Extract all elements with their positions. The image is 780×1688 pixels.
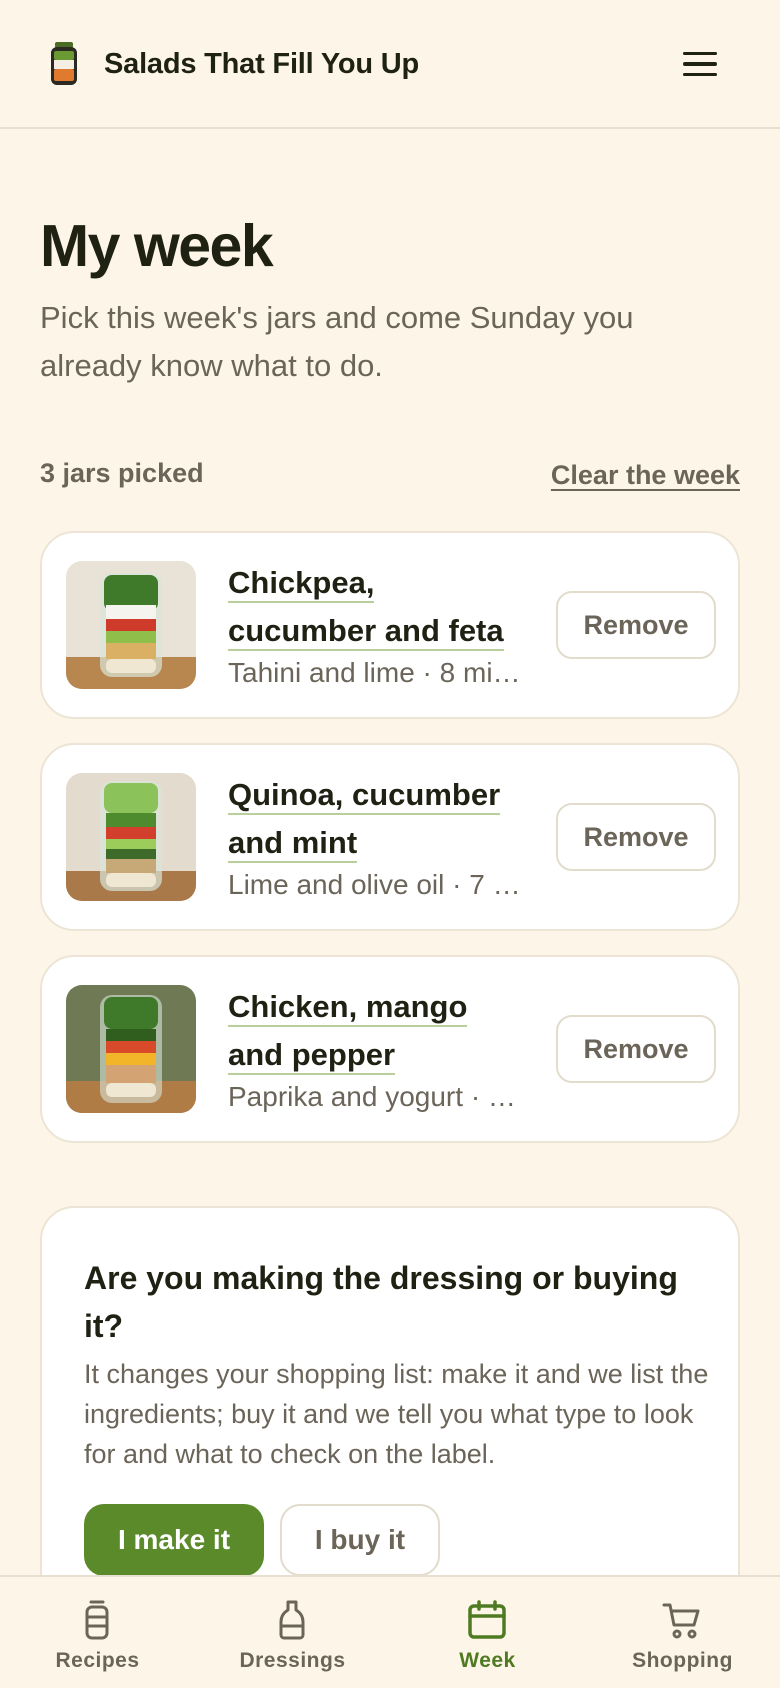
tab-label: Shopping (632, 1649, 733, 1672)
remove-button[interactable]: Remove (556, 803, 716, 871)
jar-meta: Tahini and lime · 8 mi… (228, 657, 521, 688)
dressing-question: Are you making the dressing or buying it… (84, 1260, 678, 1344)
jar-card: Quinoa, cucumber and mint Lime and olive… (40, 743, 740, 931)
make-dressing-button[interactable]: I make it (84, 1504, 264, 1576)
buy-dressing-button[interactable]: I buy it (280, 1504, 440, 1576)
jar-card: Chicken, mango and pepper Paprika and yo… (40, 955, 740, 1143)
clear-week-link[interactable]: Clear the week (551, 460, 740, 491)
tab-label: Dressings (239, 1649, 346, 1672)
jar-logo-icon (48, 42, 80, 86)
page-subtitle: Pick this week's jars and come Sunday yo… (40, 300, 634, 383)
tab-label: Recipes (55, 1649, 140, 1672)
calendar-icon (466, 1599, 508, 1641)
jar-title-link[interactable]: Chicken, mango and pepper (228, 983, 528, 1079)
jar-card: Chickpea, cucumber and feta Tahini and l… (40, 531, 740, 719)
bottle-icon (271, 1599, 313, 1641)
jar-photo[interactable] (66, 561, 196, 689)
jar-title[interactable]: Chickpea, cucumber and feta (228, 565, 504, 651)
jar-title[interactable]: Chicken, mango and pepper (228, 989, 468, 1075)
jar-icon (76, 1599, 118, 1641)
tab-shopping[interactable]: Shopping (585, 1577, 780, 1688)
tab-week[interactable]: Week (390, 1577, 585, 1688)
jar-title[interactable]: Quinoa, cucumber and mint (228, 777, 501, 863)
tab-label: Week (459, 1649, 516, 1672)
dressing-explanation: It changes your shopping list: make it a… (84, 1359, 709, 1469)
tab-dressings[interactable]: Dressings (195, 1577, 390, 1688)
jar-photo[interactable] (66, 985, 196, 1113)
jar-title-link[interactable]: Quinoa, cucumber and mint (228, 771, 528, 867)
page-title: My week (40, 213, 274, 279)
app-title[interactable]: Salads That Fill You Up (104, 48, 419, 81)
app-header: Salads That Fill You Up (0, 0, 780, 129)
jar-meta: Paprika and yogurt · … (228, 1081, 516, 1112)
jars-picked-count: 3 jars picked (40, 458, 204, 488)
remove-button[interactable]: Remove (556, 591, 716, 659)
jar-photo[interactable] (66, 773, 196, 901)
jar-title-link[interactable]: Chickpea, cucumber and feta (228, 559, 528, 655)
remove-button[interactable]: Remove (556, 1015, 716, 1083)
dressing-choice-card: Are you making the dressing or buying it… (40, 1206, 740, 1626)
jar-meta: Lime and olive oil · 7 … (228, 869, 521, 900)
hamburger-menu-icon[interactable] (680, 44, 720, 84)
cart-icon (661, 1599, 703, 1641)
tab-recipes[interactable]: Recipes (0, 1577, 195, 1688)
bottom-tab-bar: Recipes Dressings Week Shopping (0, 1575, 780, 1688)
